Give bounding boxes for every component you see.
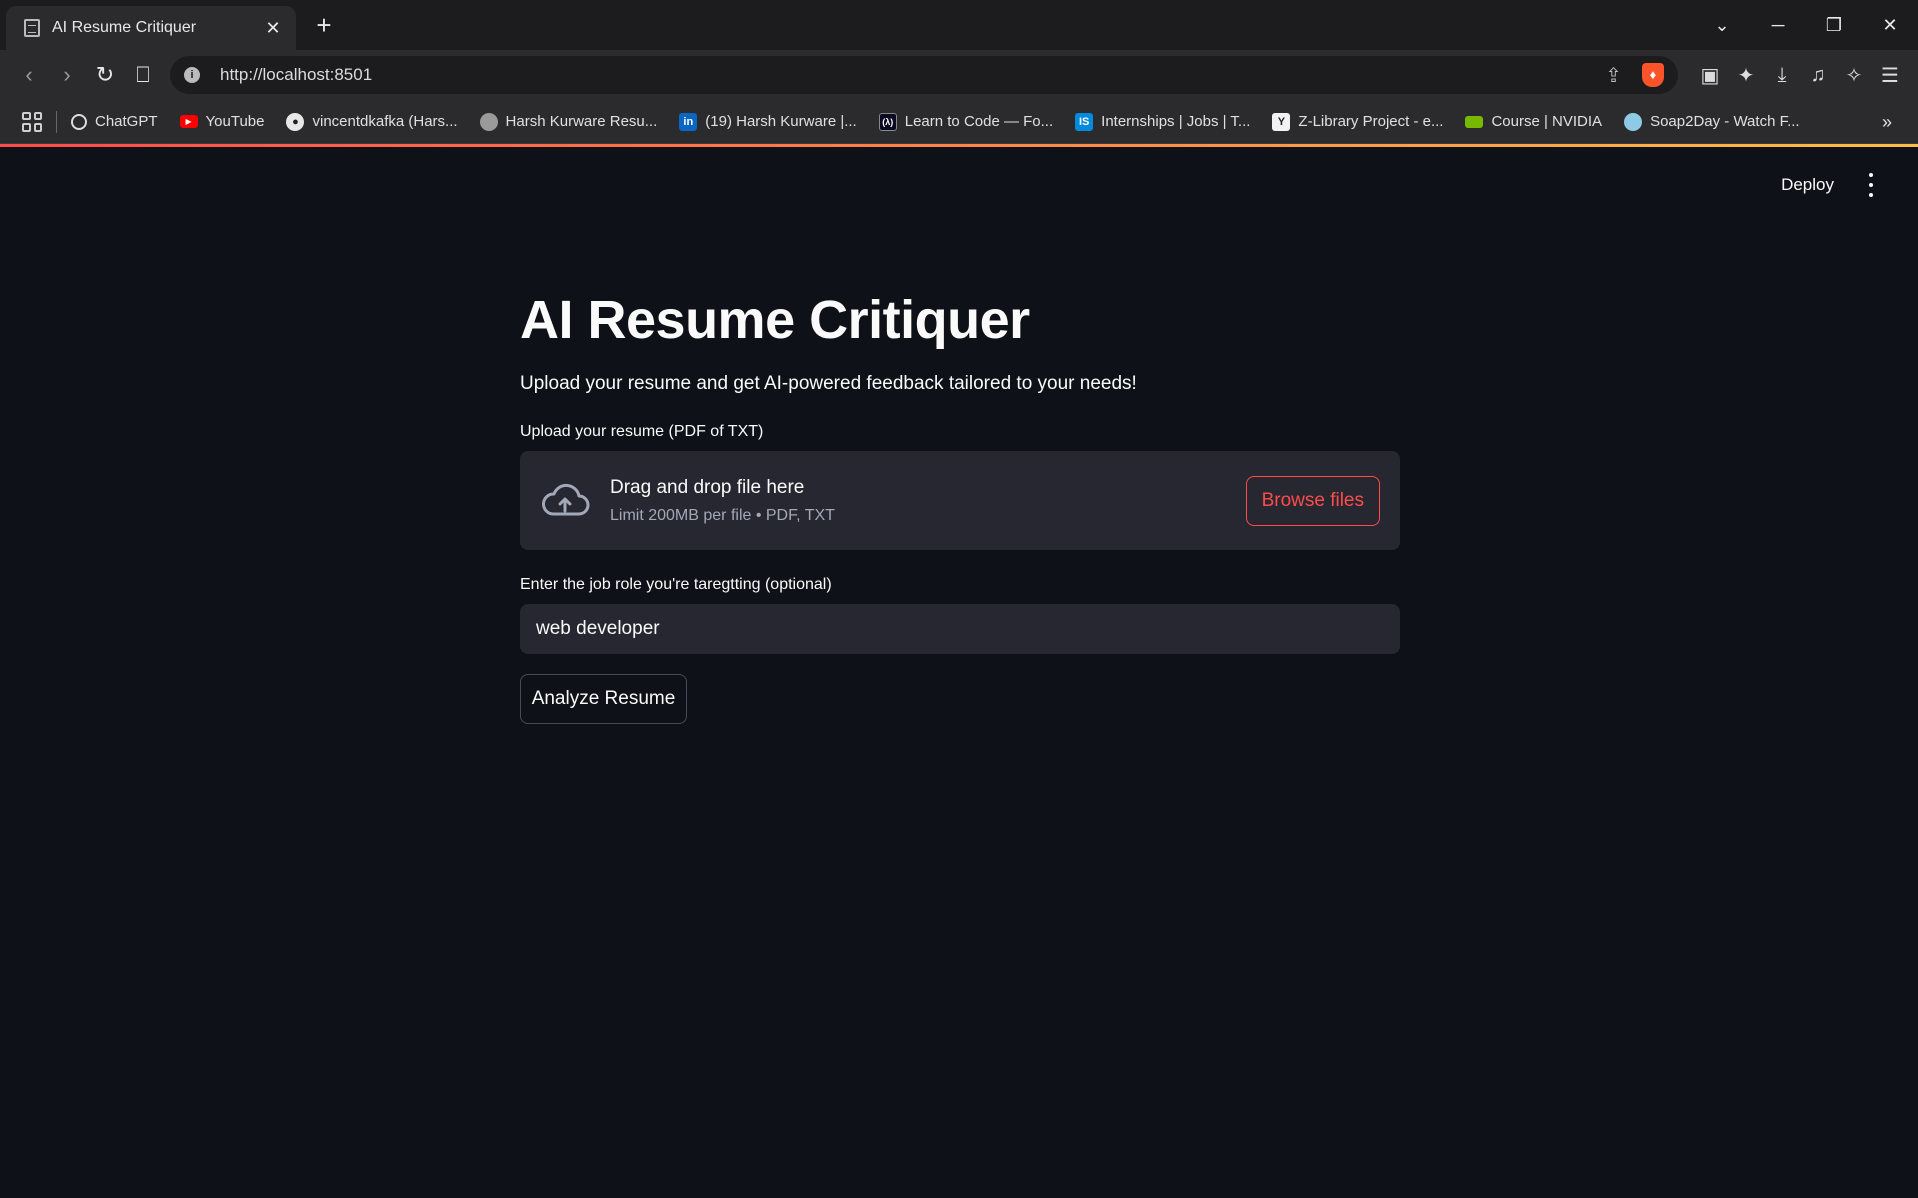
restore-button[interactable]: ❐ [1806,15,1862,36]
bookmark-nvidia[interactable]: Course | NVIDIA [1465,113,1602,130]
site-info-icon[interactable]: i [184,67,200,83]
url-text[interactable]: http://localhost:8501 [220,65,1605,85]
github-icon: ● [286,112,305,131]
extensions-wallet-icon[interactable]: ▣ [1692,63,1728,88]
menu-hamburger-icon[interactable]: ☰ [1872,63,1908,88]
minimize-button[interactable]: ─ [1750,15,1806,36]
bookmark-icon[interactable]: ⎕ [124,56,162,94]
address-bar[interactable]: i http://localhost:8501 ⇪ ♦ [170,56,1678,94]
bookmark-youtube[interactable]: ▶ YouTube [179,113,264,130]
more-bookmarks-icon[interactable]: » [1882,100,1892,144]
extensions-puzzle-icon[interactable]: ✦ [1728,63,1764,88]
streamlit-app: Deploy AI Resume Critiquer Upload your r… [0,147,1918,1198]
page-favicon-icon [24,19,40,37]
bookmark-internshala[interactable]: IS Internships | Jobs | T... [1075,112,1250,131]
tab-search-icon[interactable]: ⌄ [1694,15,1750,36]
media-music-icon[interactable]: ♫ [1800,64,1836,87]
bookmark-soap2day[interactable]: Soap2Day - Watch F... [1624,112,1800,131]
dropzone-title: Drag and drop file here [610,476,805,498]
browse-files-button[interactable]: Browse files [1245,475,1380,526]
tab-close-icon[interactable]: ✕ [262,18,284,39]
dropzone-limits: Limit 200MB per file • PDF, TXT [610,506,835,524]
bookmark-freecodecamp[interactable]: (λ) Learn to Code — Fo... [878,112,1053,131]
browser-tab[interactable]: AI Resume Critiquer ✕ [6,6,296,50]
back-arrow-icon[interactable]: ‹ [10,56,48,94]
youtube-icon: ▶ [179,115,198,128]
analyze-resume-button[interactable]: Analyze Resume [520,674,687,724]
bookmark-chatgpt[interactable]: ChatGPT [71,113,158,130]
close-window-button[interactable]: ✕ [1862,15,1918,36]
chatgpt-icon [71,113,87,130]
reload-icon[interactable]: ↻ [86,56,124,94]
bookmarks-divider [56,110,57,133]
linkedin-icon: in [679,112,698,131]
main-content: AI Resume Critiquer Upload your resume a… [520,147,1400,724]
bookmark-resume[interactable]: Harsh Kurware Resu... [479,112,657,131]
window-controls: ⌄ ─ ❐ ✕ [1694,0,1918,50]
freecodecamp-icon: (λ) [878,112,897,131]
tab-title: AI Resume Critiquer [52,19,197,36]
brave-shields-icon[interactable]: ♦ [1642,63,1664,87]
apps-grid-icon[interactable] [22,111,42,132]
page-title: AI Resume Critiquer [520,290,1030,350]
nvidia-icon [1465,115,1484,128]
job-role-label: Enter the job role you're taregtting (op… [520,576,832,593]
browser-chrome: AI Resume Critiquer ✕ + ⌄ ─ ❐ ✕ ‹ › ↻ ⎕ … [0,0,1918,147]
tab-strip: AI Resume Critiquer ✕ + ⌄ ─ ❐ ✕ [0,0,1918,50]
share-icon[interactable]: ⇪ [1605,63,1622,88]
bookmarks-bar: ChatGPT ▶ YouTube ● vincentdkafka (Hars...… [0,100,1918,144]
internshala-icon: IS [1075,112,1094,131]
bookmark-linkedin[interactable]: in (19) Harsh Kurware |... [679,112,857,131]
soap2day-icon [1624,112,1643,131]
bookmark-zlibrary[interactable]: Y Z-Library Project - e... [1272,112,1443,131]
main-menu-icon[interactable] [1866,173,1876,197]
upload-label: Upload your resume (PDF of TXT) [520,423,764,440]
zlibrary-icon: Y [1272,112,1291,131]
page-subtitle: Upload your resume and get AI-powered fe… [520,373,1137,394]
leo-ai-icon[interactable]: ✧ [1836,63,1872,88]
download-icon[interactable]: ⤓ [1764,64,1800,87]
dropzone-instructions: Drag and drop file here Limit 200MB per … [610,477,1246,525]
new-tab-button[interactable]: + [312,10,336,40]
globe-icon [479,112,498,131]
navigation-bar: ‹ › ↻ ⎕ i http://localhost:8501 ⇪ ♦ ▣ ✦ … [0,50,1918,100]
bookmark-github[interactable]: ● vincentdkafka (Hars... [286,112,458,131]
cloud-upload-icon [542,483,590,515]
extension-toolbar: ▣ ✦ ⤓ ♫ ✧ ☰ [1692,50,1908,100]
forward-arrow-icon[interactable]: › [48,56,86,94]
job-role-input[interactable]: web developer [520,604,1400,654]
deploy-button[interactable]: Deploy [1781,175,1834,195]
file-dropzone[interactable]: Drag and drop file here Limit 200MB per … [520,451,1400,550]
